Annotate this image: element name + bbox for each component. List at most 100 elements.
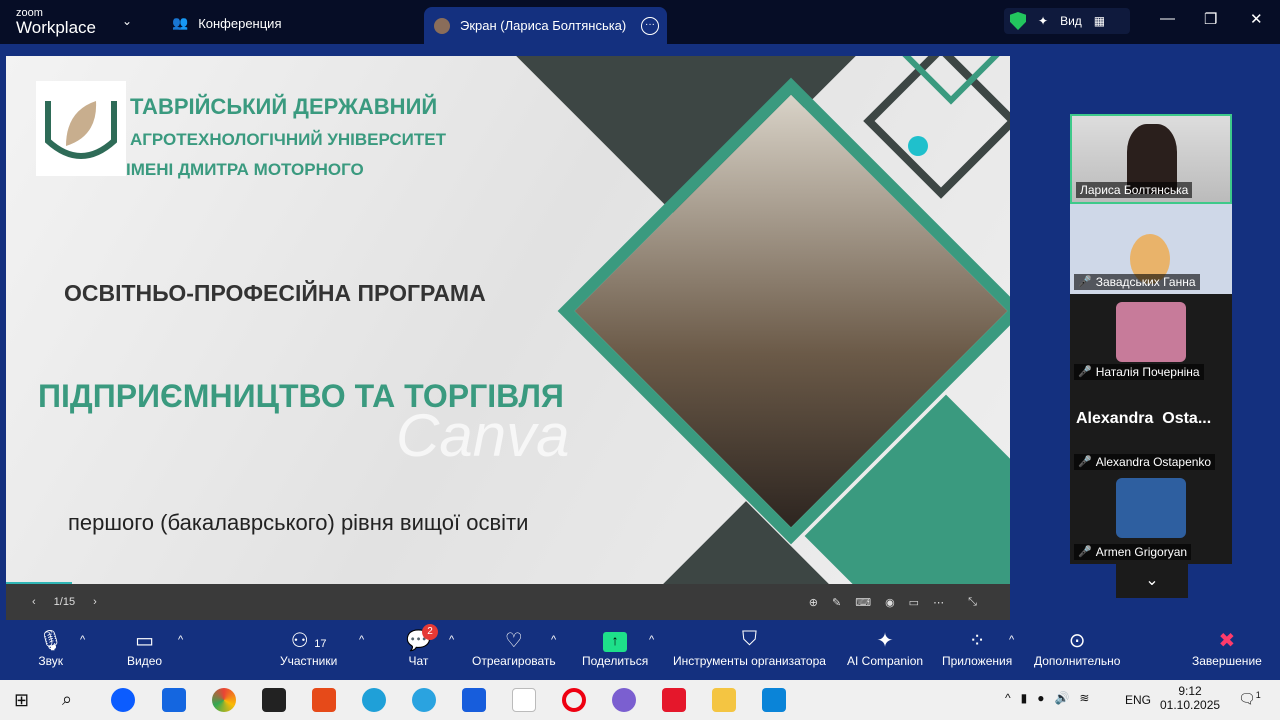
- university-name-1: ТАВРІЙСЬКИЙ ДЕРЖАВНИЙ: [130, 94, 438, 119]
- language-indicator[interactable]: ENG: [1125, 693, 1151, 707]
- chat-options[interactable]: ^: [449, 634, 454, 646]
- apps-button[interactable]: ⁘ Приложения: [942, 628, 1012, 668]
- share-options[interactable]: ^: [649, 634, 654, 646]
- education-level: першого (бакалаврського) рівня вищої осв…: [68, 510, 529, 535]
- mic-muted-icon: 🎤: [1078, 546, 1092, 558]
- maximize-button[interactable]: ❐: [1204, 10, 1217, 28]
- host-tools-button[interactable]: ⛉ Инструменты организатора: [673, 628, 826, 668]
- notification-icon[interactable]: 🗨1: [1238, 690, 1261, 708]
- sparkle-icon: ✦: [876, 630, 894, 652]
- participant-name: 🎤 Alexandra Ostapenko: [1074, 454, 1216, 470]
- participant-tile[interactable]: 🎤 Наталія Почерніна: [1070, 294, 1232, 384]
- office-icon[interactable]: [312, 688, 336, 712]
- scroll-down-button[interactable]: ⌄: [1116, 564, 1188, 598]
- people-icon: 👥: [172, 15, 189, 30]
- mic-muted-icon: 🎤: [1078, 366, 1092, 378]
- app-icon[interactable]: [162, 688, 186, 712]
- apps-icon: ⁘: [968, 630, 986, 652]
- chat-button[interactable]: 💬 2 Чат: [406, 624, 438, 668]
- apps-options[interactable]: ^: [1009, 634, 1014, 646]
- more-button[interactable]: ⊙ Дополнительно: [1034, 628, 1120, 668]
- minimize-button[interactable]: —: [1160, 10, 1175, 27]
- shield-icon: ⛉: [741, 628, 757, 650]
- audio-options[interactable]: ^: [80, 634, 85, 646]
- avatar: [434, 17, 450, 34]
- zoom-app-icon[interactable]: [111, 688, 135, 712]
- react-button[interactable]: ♡ Отреагировать: [472, 628, 556, 668]
- close-button[interactable]: ✕: [1250, 10, 1263, 28]
- participant-tile[interactable]: Лариса Болтянська: [1070, 114, 1232, 204]
- tab-conference-label: Конференция: [198, 15, 282, 31]
- participant-tile[interactable]: Alexandra Osta... 🎤 Alexandra Ostapenko: [1070, 384, 1232, 474]
- more-icon: ⊙: [1068, 630, 1086, 652]
- react-options[interactable]: ^: [551, 634, 556, 646]
- university-name-3: ІМЕНІ ДМИТРА МОТОРНОГО: [126, 160, 364, 179]
- wps-icon[interactable]: [662, 688, 686, 712]
- video-options[interactable]: ^: [178, 634, 183, 646]
- end-icon: ✖: [1218, 630, 1236, 652]
- title-bar: zoom Workplace ⌄ 👥 Конференция Экран (Лари…: [0, 0, 1280, 44]
- participant-name: 🎤 Armen Grigoryan: [1074, 544, 1192, 560]
- participants-icon: ⚇: [290, 630, 309, 652]
- view-controls: ✦ Вид ▦: [1004, 8, 1130, 34]
- mic-muted-icon: 🎤: [1078, 276, 1092, 288]
- next-slide-icon[interactable]: ›: [93, 596, 97, 608]
- participants-options[interactable]: ^: [359, 634, 364, 646]
- grid-icon: ▦: [1093, 14, 1106, 28]
- tray-icons[interactable]: ^▮●🔊≋: [1005, 691, 1099, 705]
- shared-slide: ТАВРІЙСЬКИЙ ДЕРЖАВНИЙ АГРОТЕХНОЛОГІЧНИЙ …: [6, 56, 1010, 584]
- ai-companion-button[interactable]: ✦ AI Companion: [847, 628, 923, 668]
- video-button[interactable]: ▭ Видео: [127, 628, 162, 668]
- search-icon[interactable]: ⌕: [62, 689, 72, 710]
- bitwarden-icon[interactable]: [462, 688, 486, 712]
- zoom-logo: zoom Workplace: [16, 8, 96, 37]
- tab-screen[interactable]: Экран (Лариса Болтянська) ···: [424, 7, 667, 44]
- end-button[interactable]: ✖ Завершение: [1192, 628, 1262, 668]
- participant-name: Лариса Болтянська: [1076, 182, 1193, 198]
- page-indicator: 1/15: [53, 596, 76, 608]
- logo-big: Workplace: [16, 18, 96, 37]
- university-logo: [36, 81, 126, 176]
- participant-tile[interactable]: 🎤 Завадських Ганна: [1070, 204, 1232, 294]
- camera-icon: ▭: [135, 630, 154, 652]
- sparkle-icon[interactable]: ✦: [1038, 14, 1048, 28]
- slide-tools[interactable]: ⊕✎⌨◉▭⋯: [809, 596, 958, 609]
- viber-icon[interactable]: [612, 688, 636, 712]
- participant-tile[interactable]: 🎤 Armen Grigoryan: [1070, 474, 1232, 564]
- collapse-icon[interactable]: ⤡: [968, 596, 977, 609]
- telegram-icon[interactable]: [412, 688, 436, 712]
- windows-start-icon[interactable]: ⊞: [14, 690, 29, 711]
- meeting-area: ТАВРІЙСЬКИЙ ДЕРЖАВНИЙ АГРОТЕХНОЛОГІЧНИЙ …: [0, 44, 1280, 620]
- avatar: [1116, 302, 1186, 362]
- chat-badge: 2: [422, 624, 438, 640]
- chrome-icon[interactable]: [212, 688, 236, 712]
- share-button[interactable]: ↑ Поделиться: [582, 628, 648, 668]
- app-icon[interactable]: [762, 688, 786, 712]
- file-icon[interactable]: [512, 688, 536, 712]
- tab-conference[interactable]: 👥 Конференция: [172, 15, 281, 31]
- participants-button[interactable]: ⚇ 17 Участники: [280, 628, 337, 668]
- university-name-2: АГРОТЕХНОЛОГІЧНИЙ УНІВЕРСИТЕТ: [130, 130, 446, 149]
- more-icon[interactable]: ···: [641, 16, 659, 35]
- participants-panel: Лариса Болтянська 🎤 Завадських Ганна 🎤 Нат…: [1070, 114, 1232, 598]
- slide-controls: ‹ 1/15 › ⊕✎⌨◉▭⋯ ⤡: [6, 584, 1010, 620]
- decor-dot: [908, 136, 928, 156]
- app-icon[interactable]: [262, 688, 286, 712]
- prev-slide-icon[interactable]: ‹: [32, 596, 36, 608]
- participant-display-name: Alexandra Osta...: [1076, 410, 1212, 427]
- avatar: [1116, 478, 1186, 538]
- meeting-toolbar: 🎙 Звук ^ ▭ Видео ^ ⚇ 17 Участники ^ 💬 2 Чат ^ ♡ От…: [0, 620, 1280, 680]
- shield-icon[interactable]: [1010, 12, 1026, 30]
- edge-icon[interactable]: [362, 688, 386, 712]
- explorer-icon[interactable]: [712, 688, 736, 712]
- view-button[interactable]: Вид: [1060, 14, 1082, 28]
- chevron-down-icon[interactable]: ⌄: [122, 14, 132, 28]
- participant-name: 🎤 Завадських Ганна: [1074, 274, 1200, 290]
- mic-off-icon: 🎙: [38, 630, 64, 652]
- canva-watermark: Canva: [396, 402, 570, 469]
- windows-taskbar: ⊞ ⌕ ^▮●🔊≋ ENG 9:12 01.10.2025 🗨1: [0, 680, 1280, 720]
- audio-button[interactable]: 🎙 Звук: [38, 628, 63, 668]
- opera-icon[interactable]: [562, 688, 586, 712]
- clock[interactable]: 9:12 01.10.2025: [1160, 684, 1220, 712]
- participant-name: 🎤 Наталія Почерніна: [1074, 364, 1204, 380]
